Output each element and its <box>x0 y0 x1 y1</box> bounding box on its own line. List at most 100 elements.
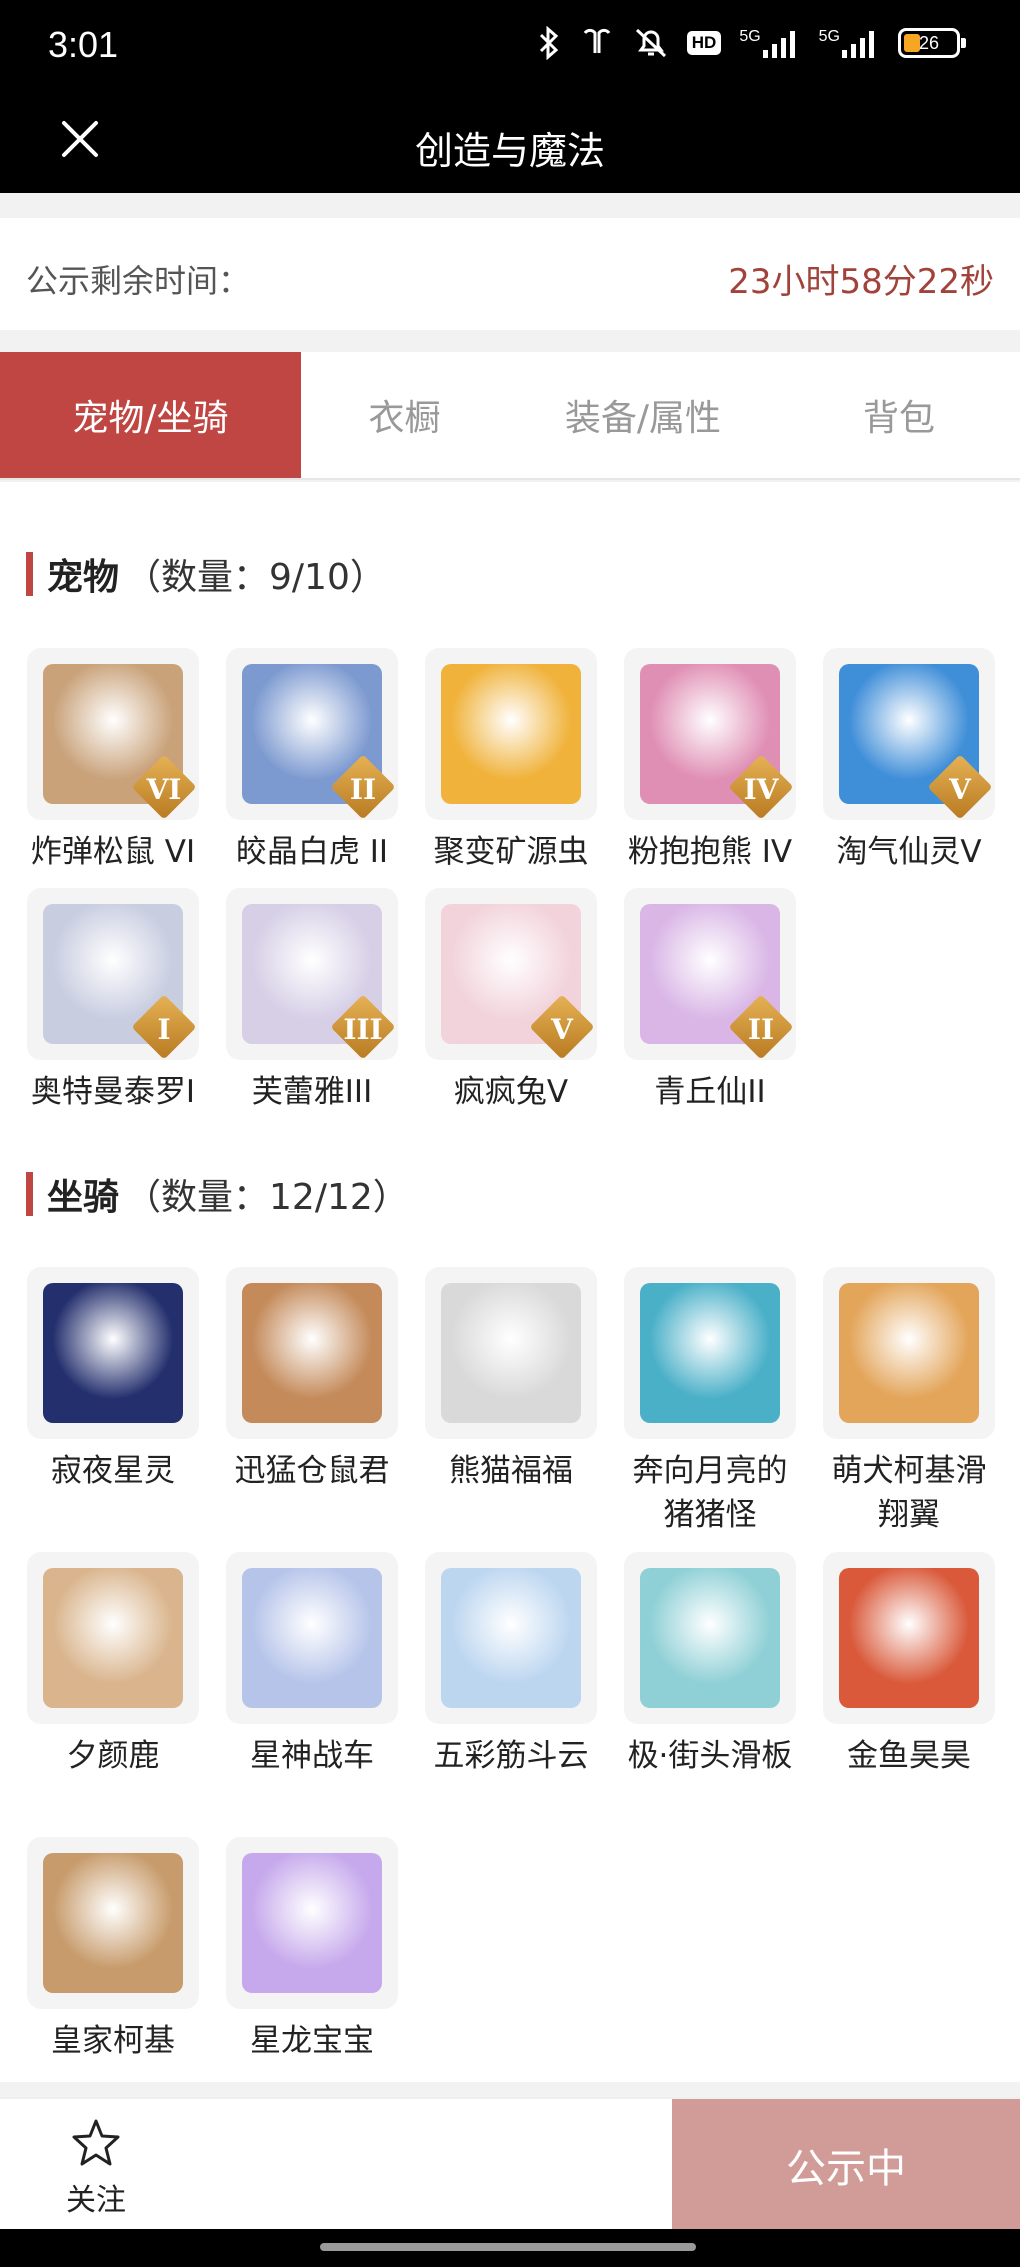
earbuds-icon <box>579 27 615 59</box>
item-name: 疯疯兔V <box>453 1074 569 1110</box>
item-card[interactable]: 皇家柯基 <box>26 1837 200 2063</box>
publicity-timer: 公示剩余时间： 23小时58分22秒 <box>0 218 1020 330</box>
item-thumbnail <box>823 1267 995 1439</box>
home-indicator[interactable] <box>320 2243 696 2251</box>
item-artwork-icon <box>839 1283 979 1423</box>
mounts-count: （数量：12/12） <box>125 1177 409 1218</box>
bluetooth-icon <box>537 26 561 60</box>
hd-badge-icon: HD <box>686 31 722 55</box>
item-thumbnail: III <box>226 888 398 1060</box>
item-thumbnail: V <box>823 648 995 820</box>
item-card[interactable]: 金鱼昊昊 <box>822 1552 996 1778</box>
mounts-title: 坐骑 <box>47 1177 120 1218</box>
content-area: 宠物 （数量：9/10） VI 炸弹松鼠 VI II 皎晶白虎 II 聚变矿源虫 IV 粉抱… <box>0 482 1020 2082</box>
tab-equipment[interactable]: 装备/属性 <box>508 352 778 478</box>
tab-pets-mounts[interactable]: 宠物/坐骑 <box>0 352 301 478</box>
item-card[interactable]: VI 炸弹松鼠 VI <box>26 648 200 874</box>
item-card[interactable]: 熊猫福福 <box>424 1267 598 1493</box>
tier-badge-text: IV <box>743 773 779 806</box>
section-marker <box>26 552 33 596</box>
item-artwork-icon <box>242 1853 382 1993</box>
item-name: 青丘仙II <box>654 1074 766 1110</box>
bottom-action-bar: 关注 公示中 <box>0 2097 1020 2231</box>
item-name: 皎晶白虎 II <box>235 834 389 870</box>
pets-title: 宠物 <box>47 557 120 598</box>
item-card[interactable]: II 皎晶白虎 II <box>225 648 399 874</box>
item-name: 星龙宝宝 <box>250 2023 374 2059</box>
item-name: 奥特曼泰罗I <box>30 1074 196 1110</box>
item-thumbnail <box>27 1267 199 1439</box>
item-thumbnail <box>27 1552 199 1724</box>
title-bar: 创造与魔法 <box>0 95 1020 193</box>
item-name: 迅猛仓鼠君 <box>234 1453 390 1489</box>
category-tabs: 宠物/坐骑 衣橱 装备/属性 背包 <box>0 352 1020 480</box>
item-card[interactable]: 夕颜鹿 <box>26 1552 200 1778</box>
item-card[interactable]: V 淘气仙灵V <box>822 648 996 874</box>
follow-label: 关注 <box>66 2183 126 2218</box>
item-card[interactable]: 寂夜星灵 <box>26 1267 200 1493</box>
item-thumbnail <box>226 1552 398 1724</box>
item-thumbnail: VI <box>27 648 199 820</box>
item-name: 奔向月亮的猪猪怪 <box>632 1453 788 1533</box>
system-nav-bar <box>0 2229 1020 2267</box>
item-artwork-icon <box>640 1568 780 1708</box>
item-name: 皇家柯基 <box>51 2023 175 2059</box>
status-icons: HD 5G 5G 26 <box>537 26 966 60</box>
star-icon <box>72 2119 120 2166</box>
item-card[interactable]: 奔向月亮的猪猪怪 <box>623 1267 797 1537</box>
item-card[interactable]: 星龙宝宝 <box>225 1837 399 2063</box>
status-bar: 3:01 HD 5G 5G 26 <box>0 0 1020 95</box>
signal-icon: 5G <box>739 28 800 58</box>
signal-icon-2: 5G <box>819 28 880 58</box>
item-name: 炸弹松鼠 VI <box>30 834 196 870</box>
mounts-section-title: 坐骑 （数量：12/12） <box>26 1168 409 1220</box>
item-name: 极·街头滑板 <box>627 1738 793 1774</box>
item-card[interactable]: II 青丘仙II <box>623 888 797 1114</box>
item-card[interactable]: III 芙蕾雅III <box>225 888 399 1114</box>
item-card[interactable]: IV 粉抱抱熊 IV <box>623 648 797 874</box>
pets-count: （数量：9/10） <box>125 557 386 598</box>
battery-icon: 26 <box>898 28 966 58</box>
item-card[interactable]: 星神战车 <box>225 1552 399 1778</box>
item-name: 金鱼昊昊 <box>847 1738 971 1774</box>
publicity-status-button[interactable]: 公示中 <box>672 2099 1020 2231</box>
item-artwork-icon <box>43 1568 183 1708</box>
item-card[interactable]: 萌犬柯基滑翔翼 <box>822 1267 996 1537</box>
item-thumbnail <box>624 1267 796 1439</box>
tier-badge-text: I <box>157 1013 171 1046</box>
item-thumbnail <box>226 1267 398 1439</box>
item-name: 夕颜鹿 <box>66 1738 160 1774</box>
item-card[interactable]: 五彩筋斗云 <box>424 1552 598 1778</box>
tier-badge-text: II <box>747 1013 775 1046</box>
item-thumbnail: II <box>226 648 398 820</box>
item-card[interactable]: 极·街头滑板 <box>623 1552 797 1778</box>
item-card[interactable]: 聚变矿源虫 <box>424 648 598 874</box>
item-thumbnail <box>425 648 597 820</box>
item-card[interactable]: I 奥特曼泰罗I <box>26 888 200 1114</box>
item-thumbnail: V <box>425 888 597 1060</box>
item-card[interactable]: 迅猛仓鼠君 <box>225 1267 399 1493</box>
tier-badge-text: V <box>551 1013 573 1046</box>
follow-button[interactable]: 关注 <box>54 2117 138 2219</box>
item-artwork-icon <box>242 1568 382 1708</box>
page-title: 创造与魔法 <box>414 129 605 173</box>
item-artwork-icon <box>242 1283 382 1423</box>
tab-backpack[interactable]: 背包 <box>778 352 1020 478</box>
item-artwork-icon <box>43 1853 183 1993</box>
item-artwork-icon <box>43 1283 183 1423</box>
item-artwork-icon <box>441 1568 581 1708</box>
item-name: 熊猫福福 <box>449 1453 573 1489</box>
item-thumbnail: IV <box>624 648 796 820</box>
item-name: 寂夜星灵 <box>51 1453 175 1489</box>
item-thumbnail <box>425 1552 597 1724</box>
item-thumbnail <box>226 1837 398 2009</box>
tier-badge-text: II <box>349 773 377 806</box>
tab-wardrobe[interactable]: 衣橱 <box>301 352 508 478</box>
item-thumbnail <box>823 1552 995 1724</box>
item-card[interactable]: V 疯疯兔V <box>424 888 598 1114</box>
tier-badge-text: V <box>949 773 971 806</box>
item-thumbnail <box>27 1837 199 2009</box>
item-artwork-icon <box>839 1568 979 1708</box>
item-name: 粉抱抱熊 IV <box>627 834 793 870</box>
tier-badge-text: III <box>343 1013 383 1046</box>
